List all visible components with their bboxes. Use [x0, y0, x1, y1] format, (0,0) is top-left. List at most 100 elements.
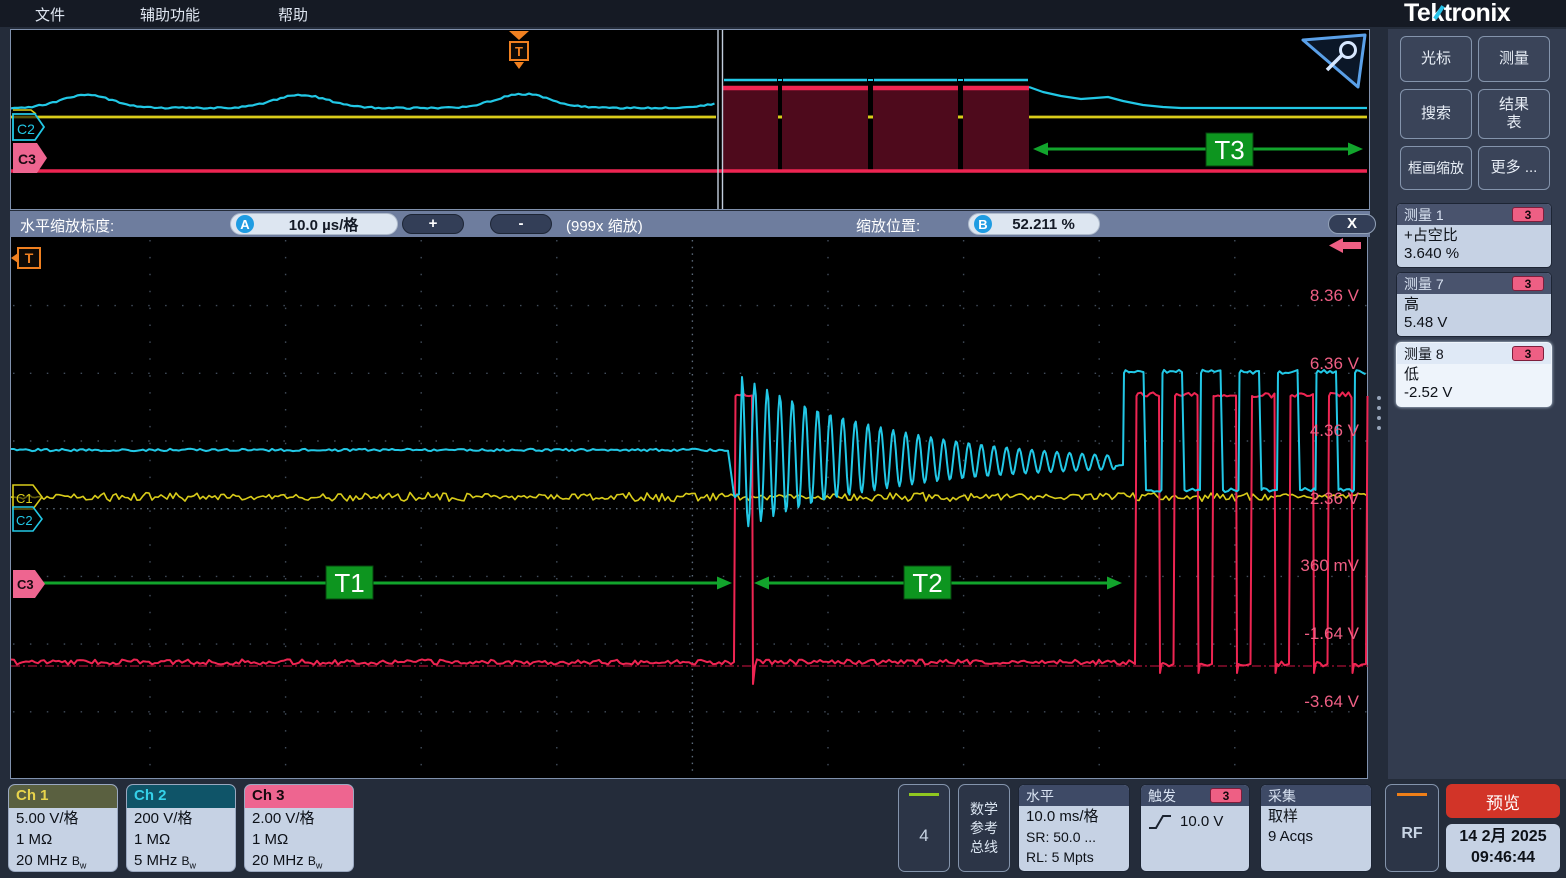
- overview-ch2-tail: [1029, 87, 1367, 108]
- menu-file[interactable]: 文件: [35, 4, 65, 25]
- svg-text:C2: C2: [17, 121, 35, 137]
- svg-text:4.36 V: 4.36 V: [1310, 421, 1360, 440]
- results-table-button[interactable]: 结果表: [1478, 89, 1550, 139]
- draw-box-zoom-button[interactable]: 框画缩放: [1400, 146, 1472, 190]
- t1-label: T1: [326, 566, 373, 599]
- menu-bar: 文件 辅助功能 帮助 Tektronix: [0, 0, 1566, 27]
- overview-pulse-block: [873, 80, 958, 171]
- zoom-scale-value: 10.0 µs/格: [263, 214, 392, 235]
- channel-markers[interactable]: C1C2C3: [13, 485, 45, 598]
- ch2-impedance: 1 MΩ: [134, 829, 228, 850]
- overview-window[interactable]: T3 T C2C3: [10, 29, 1370, 210]
- svg-text:6.36 V: 6.36 V: [1310, 354, 1360, 373]
- channel-badge-ch2[interactable]: Ch 2 200 V/格 1 MΩ 5 MHz Bw: [126, 784, 236, 872]
- ch1-trace: [11, 493, 1367, 502]
- zoom-scale-label: 水平缩放标度:: [20, 215, 114, 236]
- acquisition-count: 9 Acqs: [1268, 827, 1364, 847]
- ch3-impedance: 1 MΩ: [252, 829, 346, 850]
- overview-ch2-trace: [11, 94, 715, 109]
- measurement-badge-7[interactable]: 测量 7 3 高 5.48 V: [1396, 272, 1552, 337]
- main-waveforms: T1T28.36 V6.36 V4.36 V2.36 V360 mV-1.64 …: [11, 237, 1369, 779]
- math-ref-bus-button[interactable]: 数学 参考 总线: [958, 784, 1010, 872]
- voltage-scale-labels: 8.36 V6.36 V4.36 V2.36 V360 mV-1.64 V-3.…: [1300, 286, 1359, 711]
- zoom-position-knob[interactable]: B 52.211 %: [968, 213, 1100, 235]
- zoom-scale-knob[interactable]: A 10.0 µs/格: [230, 213, 398, 235]
- graticule-grid: [13, 240, 1367, 776]
- t3-annotation: T3: [1033, 133, 1363, 166]
- time-text: 09:46:44: [1446, 847, 1560, 868]
- trigger-badge[interactable]: 触发 3 10.0 V: [1140, 784, 1250, 872]
- acquisition-title: 采集: [1261, 785, 1371, 806]
- oscilloscope-screen: 文件 辅助功能 帮助 Tektronix T3TC2C3 水平缩放标度: A 1…: [0, 0, 1566, 878]
- measurement-8-name: 低: [1404, 366, 1544, 384]
- knob-b-icon: B: [974, 215, 992, 233]
- ch3-bandwidth: 20 MHz Bw: [252, 850, 346, 872]
- svg-text:C1: C1: [16, 491, 33, 506]
- ch2-title: Ch 2: [127, 785, 235, 808]
- menu-utility[interactable]: 辅助功能: [140, 4, 200, 25]
- overview-channel-markers[interactable]: C2C3: [13, 110, 47, 173]
- measurement-7-source-badge: 3: [1512, 276, 1544, 291]
- overview-trigger-marker[interactable]: T: [509, 31, 529, 69]
- measurement-badge-8[interactable]: 测量 8 3 低 -2.52 V: [1396, 342, 1552, 407]
- zoom-close-button[interactable]: X: [1328, 214, 1376, 234]
- search-button[interactable]: 搜索: [1400, 89, 1472, 139]
- channel-badge-ch1[interactable]: Ch 1 5.00 V/格 1 MΩ 20 MHz Bw: [8, 784, 118, 872]
- measurement-1-source-badge: 3: [1512, 207, 1544, 222]
- timing-annotations: T1 T2: [15, 566, 1122, 599]
- ch1-scale: 5.00 V/格: [16, 808, 110, 829]
- rising-edge-icon: [1148, 813, 1172, 831]
- bottom-bar: Ch 1 5.00 V/格 1 MΩ 20 MHz Bw Ch 2 200 V/…: [0, 780, 1566, 878]
- measurement-8-value: -2.52 V: [1404, 384, 1544, 402]
- side-panel: 光标 测量 搜索 结果表 框画缩放 更多 ... 测量 1 3 +占空比 3.6…: [1388, 29, 1566, 779]
- trigger-level: 10.0 V: [1180, 812, 1223, 832]
- ch2-scale: 200 V/格: [134, 808, 228, 829]
- measurement-8-source-badge: 3: [1512, 346, 1544, 361]
- measurement-7-name: 高: [1404, 296, 1544, 314]
- zoom-in-button[interactable]: +: [402, 214, 464, 234]
- svg-text:T1: T1: [334, 568, 364, 598]
- horizontal-record-length: RL: 5 Mpts: [1026, 847, 1122, 867]
- acquisition-mode: 取样: [1268, 807, 1364, 827]
- add-channel-4-button[interactable]: 4: [898, 784, 950, 872]
- panel-splitter-handle[interactable]: [1374, 396, 1384, 430]
- horizontal-scale: 10.0 ms/格: [1026, 807, 1122, 827]
- measurement-8-title: 测量 8: [1404, 344, 1444, 364]
- cursor-button[interactable]: 光标: [1400, 36, 1472, 82]
- measurement-badge-1[interactable]: 测量 1 3 +占空比 3.640 %: [1396, 203, 1552, 268]
- t3-label: T3: [1206, 133, 1253, 166]
- zoom-position-label: 缩放位置:: [856, 215, 920, 236]
- ch3-trace: [11, 392, 1368, 684]
- ch1-impedance: 1 MΩ: [16, 829, 110, 850]
- preview-button[interactable]: 预览: [1446, 784, 1560, 818]
- acquisition-badge[interactable]: 采集 取样 9 Acqs: [1260, 784, 1372, 872]
- measurement-1-value: 3.640 %: [1404, 245, 1544, 263]
- trigger-position-marker[interactable]: T: [11, 248, 40, 268]
- magnifier-icon[interactable]: [1303, 35, 1365, 87]
- menu-help[interactable]: 帮助: [278, 4, 308, 25]
- overview-waveforms: T3 T C2C3: [11, 30, 1369, 209]
- svg-text:T3: T3: [1214, 135, 1244, 165]
- horizontal-title: 水平: [1019, 785, 1129, 806]
- more-button[interactable]: 更多 ...: [1478, 146, 1550, 190]
- zoom-out-button[interactable]: -: [490, 214, 552, 234]
- measurement-7-value: 5.48 V: [1404, 314, 1544, 332]
- zoom-factor-label: (999x 缩放): [566, 215, 643, 236]
- horizontal-sample-rate: SR: 50.0 ...: [1026, 827, 1122, 847]
- waveform-display[interactable]: T1T28.36 V6.36 V4.36 V2.36 V360 mV-1.64 …: [10, 237, 1368, 779]
- measure-button[interactable]: 测量: [1478, 36, 1550, 82]
- svg-text:360 mV: 360 mV: [1300, 556, 1359, 575]
- svg-text:8.36 V: 8.36 V: [1310, 286, 1360, 305]
- overview-pulse-block: [963, 80, 1029, 171]
- measurement-1-title: 测量 1: [1404, 205, 1444, 225]
- measurement-7-title: 测量 7: [1404, 274, 1444, 294]
- rf-button[interactable]: RF: [1385, 784, 1439, 872]
- horizontal-badge[interactable]: 水平 10.0 ms/格 SR: 50.0 ... RL: 5 Mpts: [1018, 784, 1130, 872]
- datetime-badge: 14 2月 2025 09:46:44: [1446, 824, 1560, 872]
- svg-text:C3: C3: [17, 577, 34, 592]
- channel-badge-ch3[interactable]: Ch 3 2.00 V/格 1 MΩ 20 MHz Bw: [244, 784, 354, 872]
- ch2-trace: [11, 370, 1366, 527]
- t2-label: T2: [904, 566, 951, 599]
- overview-pulse-block: [782, 80, 868, 171]
- rf-accent-line: [1397, 793, 1427, 796]
